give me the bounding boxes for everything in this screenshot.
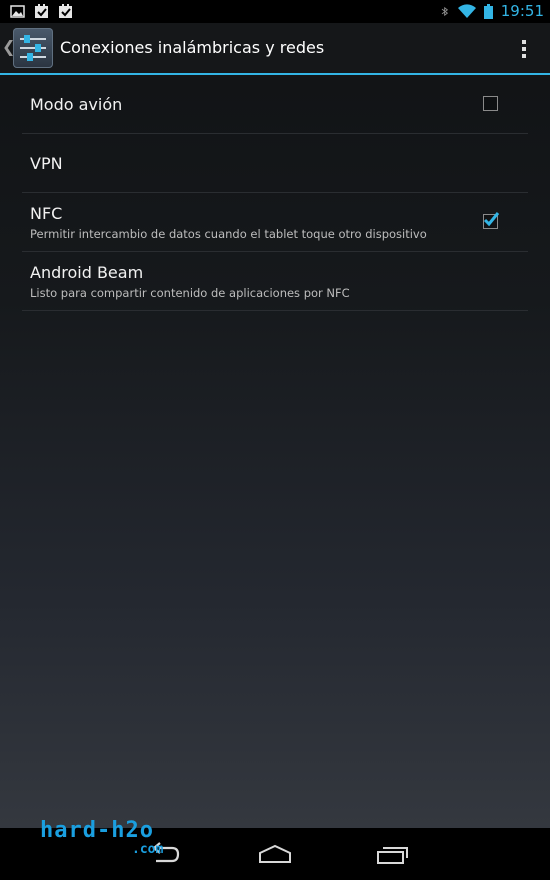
battery-icon	[483, 4, 493, 19]
settings-screen: 19:51 ❮ Conexiones inalámbricas y redes …	[0, 0, 550, 880]
setting-title: VPN	[30, 154, 63, 173]
system-status-area[interactable]: 19:51	[440, 2, 544, 21]
setting-summary: Permitir intercambio de datos cuando el …	[30, 227, 427, 241]
setting-title: Android Beam	[30, 263, 144, 282]
clock: 19:51	[500, 2, 544, 20]
status-bar: 19:51	[0, 0, 550, 23]
check-icon	[483, 212, 500, 227]
action-bar: ❮ Conexiones inalámbricas y redes	[0, 23, 550, 73]
image-icon	[10, 5, 25, 18]
setting-android-beam[interactable]: Android Beam Listo para compartir conten…	[22, 252, 528, 311]
setting-title: Modo avión	[30, 95, 123, 114]
setting-summary: Listo para compartir contenido de aplica…	[30, 286, 350, 300]
bluetooth-icon	[441, 6, 448, 17]
overflow-menu-icon[interactable]	[514, 37, 534, 61]
wifi-icon	[457, 4, 476, 19]
nfc-checkbox[interactable]	[483, 212, 500, 229]
recent-apps-icon[interactable]	[376, 845, 410, 865]
notification-area[interactable]	[10, 4, 73, 19]
settings-list: Modo avión VPN NFC Permitir intercambio …	[22, 75, 528, 311]
checkbox-notification-icon	[35, 4, 48, 18]
setting-title: NFC	[30, 204, 63, 223]
airplane-mode-checkbox[interactable]	[483, 96, 498, 111]
setting-airplane-mode[interactable]: Modo avión	[22, 75, 528, 134]
settings-sliders-icon[interactable]	[13, 28, 53, 68]
watermark-domain: .com	[132, 842, 164, 857]
page-title: Conexiones inalámbricas y redes	[60, 38, 325, 57]
checkbox-notification-icon	[59, 4, 72, 18]
settings-sliders-graphic	[20, 35, 46, 61]
setting-vpn[interactable]: VPN	[22, 134, 528, 193]
home-icon[interactable]	[257, 844, 293, 864]
setting-nfc[interactable]: NFC Permitir intercambio de datos cuando…	[22, 193, 528, 252]
watermark-logo: hard-h2o	[40, 818, 154, 843]
